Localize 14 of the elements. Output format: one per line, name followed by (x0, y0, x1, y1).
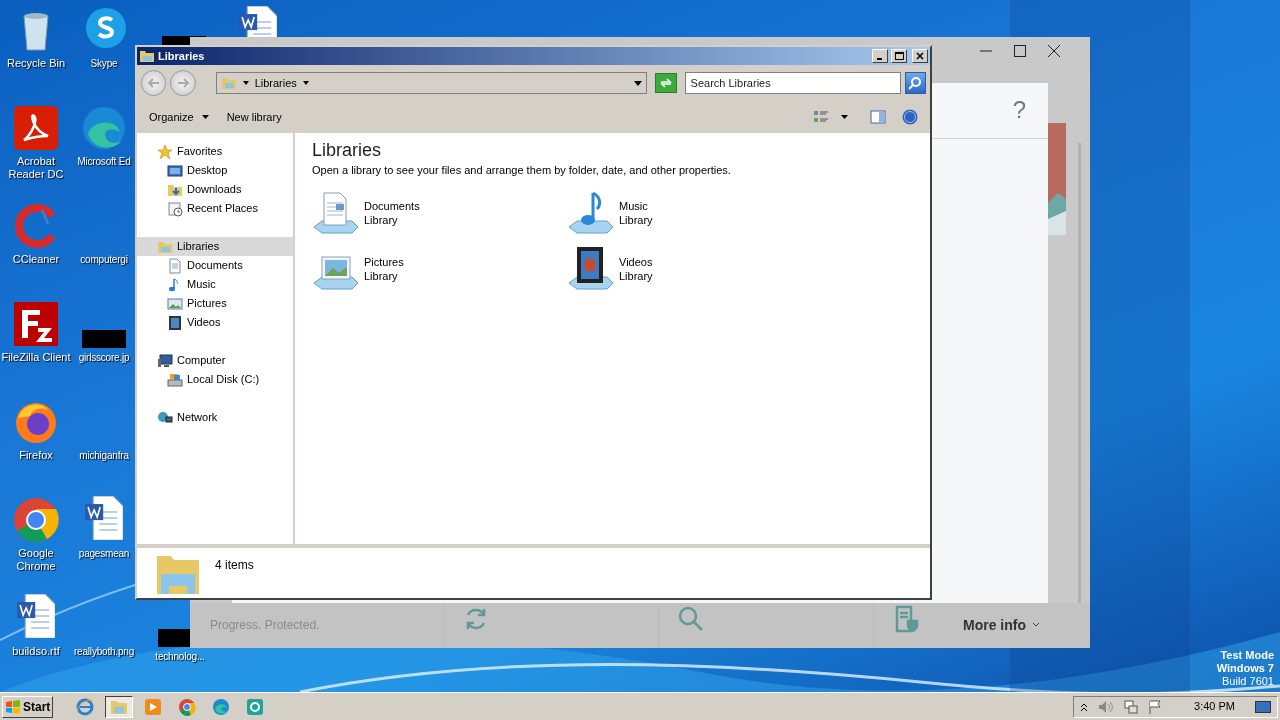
media-player-icon (144, 697, 163, 716)
windows-logo-icon (5, 699, 21, 714)
show-hidden-icons[interactable] (1080, 701, 1089, 712)
taskbar-app-button[interactable] (105, 695, 134, 718)
edge-icon (212, 697, 231, 716)
network-icon[interactable] (1124, 699, 1139, 714)
show-desktop-icon[interactable] (1255, 700, 1271, 713)
internet-explorer-icon (76, 697, 95, 716)
chrome-icon (178, 697, 197, 716)
start-button[interactable]: Start (2, 695, 54, 718)
eset-icon (246, 697, 265, 716)
flag-icon[interactable] (1148, 699, 1163, 714)
speaker-icon[interactable] (1098, 699, 1115, 714)
clock[interactable]: 3:40 PM (1194, 698, 1235, 715)
